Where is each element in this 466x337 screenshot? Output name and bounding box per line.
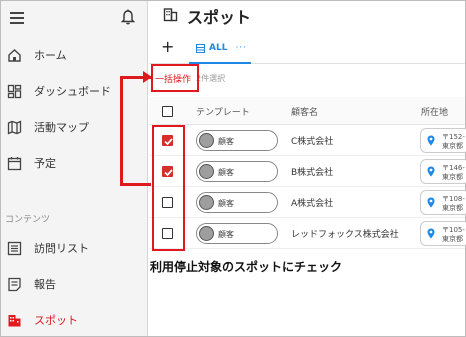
map-pin-icon <box>427 197 435 208</box>
map-icon <box>7 120 22 134</box>
template-chip[interactable]: 顧客 <box>196 192 278 213</box>
list-icon <box>7 241 22 255</box>
annotation-connector <box>120 76 151 186</box>
sidebar-item-label: 活動マップ <box>34 121 89 134</box>
sidebar-item-label: ホーム <box>34 49 67 62</box>
template-dot-icon <box>199 226 214 241</box>
sidebar-item-label: ダッシュボード <box>34 85 111 98</box>
location-card[interactable]: 〒152- 東京都 <box>420 128 466 153</box>
tab-all[interactable]: ALL ··· <box>189 34 251 64</box>
template-chip[interactable]: 顧客 <box>196 223 278 244</box>
location-prefecture: 東京都 <box>442 173 463 181</box>
building-icon <box>163 8 178 22</box>
location-prefecture: 東京都 <box>442 142 463 150</box>
sidebar-item-report[interactable]: 報告 <box>1 266 148 302</box>
report-icon <box>8 277 21 291</box>
sidebar-section-label: コンテンツ <box>5 215 51 225</box>
tab-more-button[interactable]: ··· <box>235 43 247 53</box>
checkbox-column-highlight <box>152 125 185 251</box>
customer-name[interactable]: B株式会社 <box>291 165 333 178</box>
map-pin-icon <box>427 228 435 239</box>
arrowhead-icon <box>143 71 152 83</box>
template-dot-icon <box>199 133 214 148</box>
building-icon <box>8 314 21 326</box>
tab-all-label: ALL <box>209 43 228 53</box>
page-header: スポット <box>149 1 465 29</box>
main-content: スポット + ALL ··· 一括操作 2件選択 テンプレート 顧客名 所在地 … <box>149 1 466 336</box>
template-chip[interactable]: 顧客 <box>196 161 278 182</box>
bulk-action-highlight <box>151 64 199 92</box>
sidebar-item-home[interactable]: ホーム <box>1 37 148 73</box>
hamburger-menu-icon[interactable] <box>10 12 24 24</box>
table-header: テンプレート 顧客名 所在地 <box>149 97 465 125</box>
sidebar-header <box>1 1 147 37</box>
page-title: スポット <box>187 8 252 27</box>
view-tabs: + ALL ··· <box>149 34 465 64</box>
sidebar-item-spot[interactable]: スポット <box>1 302 148 337</box>
template-dot-icon <box>199 164 214 179</box>
table-row[interactable]: 顧客 レッドフォックス株式会社 〒105- 東京都 <box>149 218 466 249</box>
map-pin-icon <box>427 135 435 146</box>
instruction-caption: 利用停止対象のスポットにチェック <box>150 260 343 274</box>
add-view-button[interactable]: + <box>161 37 174 56</box>
template-chip-label: 顧客 <box>218 168 234 177</box>
location-card[interactable]: 〒146- 東京都 <box>420 159 466 184</box>
table-row[interactable]: 顧客 C株式会社 〒152- 東京都 <box>149 125 466 156</box>
column-header-customer: 顧客名 <box>291 108 319 118</box>
table-row[interactable]: 顧客 A株式会社 〒108- 東京都 <box>149 187 466 218</box>
template-dot-icon <box>199 195 214 210</box>
sidebar-item-label: スポット <box>34 314 78 327</box>
bell-icon[interactable] <box>121 9 135 25</box>
template-chip[interactable]: 顧客 <box>196 130 278 151</box>
selected-count: 2件選択 <box>196 74 226 83</box>
location-card[interactable]: 〒108- 東京都 <box>420 190 466 215</box>
calendar-icon <box>7 156 22 170</box>
template-chip-label: 顧客 <box>218 137 234 146</box>
dashboard-icon <box>7 84 22 98</box>
location-prefecture: 東京都 <box>442 204 463 212</box>
template-chip-label: 顧客 <box>218 199 234 208</box>
column-header-location: 所在地 <box>421 108 449 118</box>
location-prefecture: 東京都 <box>442 235 463 243</box>
select-all-checkbox[interactable] <box>162 106 173 117</box>
customer-name[interactable]: レッドフォックス株式会社 <box>291 227 399 240</box>
sidebar-item-label: 報告 <box>34 278 56 291</box>
map-pin-icon <box>427 166 435 177</box>
sidebar-item-label: 訪問リスト <box>34 242 89 255</box>
customer-name[interactable]: A株式会社 <box>291 196 333 209</box>
home-icon <box>8 48 21 62</box>
location-card[interactable]: 〒105- 東京都 <box>420 221 466 246</box>
template-chip-label: 顧客 <box>218 230 234 239</box>
customer-name[interactable]: C株式会社 <box>291 134 333 147</box>
sidebar-item-label: 予定 <box>34 157 56 170</box>
sidebar-item-visit-list[interactable]: 訪問リスト <box>1 230 148 266</box>
table-row[interactable]: 顧客 B株式会社 〒146- 東京都 <box>149 156 466 187</box>
column-header-template: テンプレート <box>196 108 250 118</box>
table-icon <box>196 43 205 53</box>
